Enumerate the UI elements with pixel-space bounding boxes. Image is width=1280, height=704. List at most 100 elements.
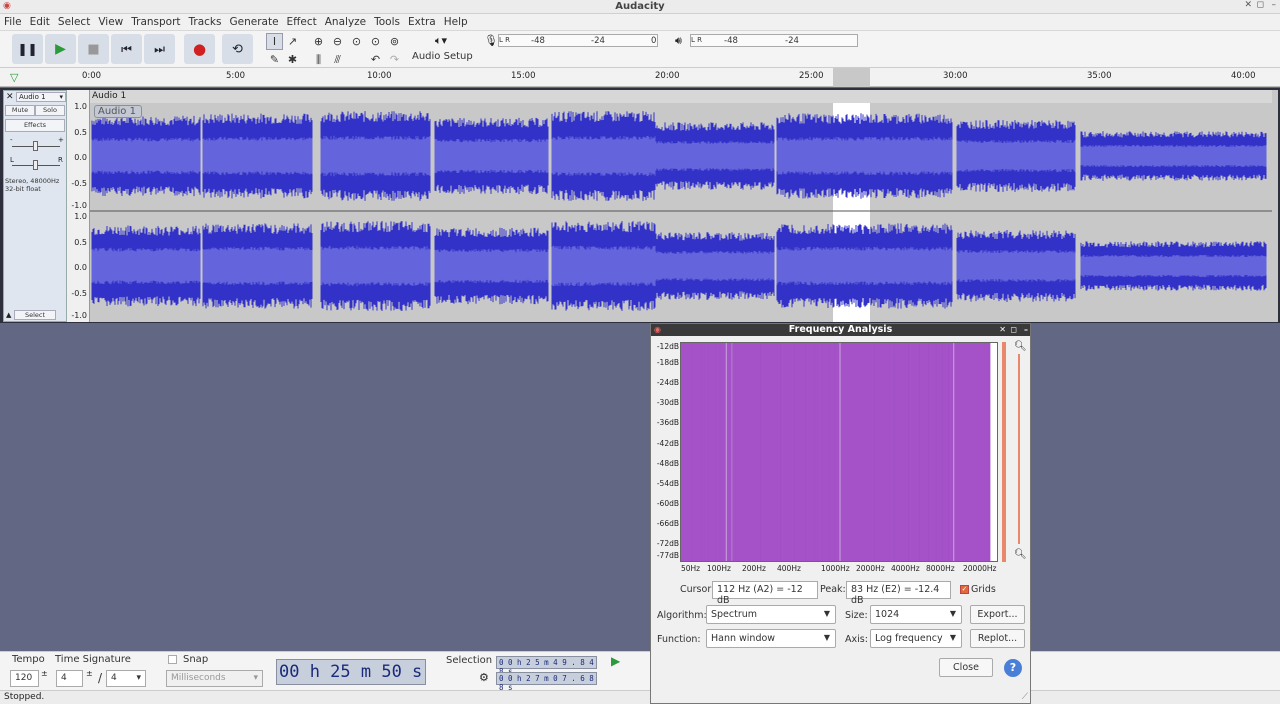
selection-end[interactable]: 0 0 h 2 7 m 0 7 . 6 8 8 s [496, 672, 597, 692]
playback-meter[interactable]: L R -48 -24 [690, 34, 858, 47]
record-button[interactable]: ● [184, 34, 215, 64]
track-name-menu[interactable]: Audio 1 ▾ [16, 92, 66, 102]
solo-button[interactable]: Solo [35, 105, 65, 116]
effects-button[interactable]: Effects [5, 119, 65, 132]
clip-name-label[interactable]: Audio 1 [94, 105, 142, 118]
zoom-slider[interactable] [1018, 354, 1020, 544]
gain-slider-thumb[interactable] [33, 141, 38, 151]
microphone-icon[interactable]: 🎙︎ [484, 34, 498, 47]
mute-button[interactable]: Mute [5, 105, 35, 116]
dialog-minimize-icon[interactable]: – [1024, 324, 1028, 336]
clip-header[interactable]: Audio 1 [90, 90, 1272, 103]
dialog-close-icon[interactable]: ✕ [999, 324, 1006, 336]
silence-button[interactable]: ⫻ [329, 51, 346, 68]
zoom-toggle-button[interactable]: ⊚ [386, 33, 403, 50]
trim-button[interactable]: ⫼ [310, 51, 327, 68]
plot-scrollbar[interactable] [1002, 342, 1006, 562]
waveform-rms-segment [320, 245, 431, 287]
redo-button[interactable]: ↷ [386, 51, 403, 68]
vertical-scale[interactable]: 1.0 0.5 0.0 -0.5 -1.0 1.0 0.5 0.0 -0.5 -… [67, 90, 90, 322]
waveform-area[interactable] [90, 90, 1278, 322]
maximize-window-icon[interactable]: ◻ [1257, 0, 1264, 10]
trim-icon: ⫼ [315, 52, 322, 66]
replot-button[interactable]: Replot... [970, 629, 1025, 648]
play-button[interactable]: ▶ [45, 34, 76, 64]
skip-end-button[interactable]: ⏭ [144, 34, 175, 64]
close-button[interactable]: Close [939, 658, 993, 677]
close-window-icon[interactable]: ✕ [1244, 0, 1252, 10]
selection-tool[interactable]: I [266, 33, 283, 50]
tempo-label: Tempo [12, 654, 45, 665]
zoom-out-icon[interactable]: 🔍︎ [1014, 549, 1027, 560]
snap-unit-select[interactable]: Milliseconds ▾ [166, 670, 263, 687]
zoom-in-button[interactable]: ⊕ [310, 33, 327, 50]
menu-view[interactable]: View [94, 14, 127, 28]
draw-tool[interactable]: ✎ [266, 51, 283, 68]
dialog-title: Frequency Analysis [788, 324, 893, 335]
tempo-input[interactable]: 120 [10, 670, 39, 687]
audio-setup-icon-wrap[interactable]: 🔈︎▾ [420, 34, 462, 47]
time-sig-numerator[interactable]: 4 [56, 670, 83, 687]
menu-analyze[interactable]: Analyze [321, 14, 370, 28]
track-format-info: Stereo, 48000Hz [5, 177, 60, 185]
zoom-out-button[interactable]: ⊖ [329, 33, 346, 50]
fit-selection-button[interactable]: ⊙ [348, 33, 365, 50]
menu-transport[interactable]: Transport [127, 14, 184, 28]
time-display[interactable]: 00 h 25 m 50 s [276, 659, 426, 685]
ruler-tick: 15:00 [511, 71, 536, 81]
time-sig-denominator[interactable]: 4 ▾ [106, 670, 146, 687]
menu-select[interactable]: Select [54, 14, 94, 28]
stop-button[interactable]: ■ [78, 34, 109, 64]
algorithm-select[interactable]: Spectrum ▼ [706, 605, 836, 624]
play-head-triangle-icon[interactable]: ▽ [10, 71, 18, 84]
envelope-tool[interactable]: ↗ [284, 33, 301, 50]
fit-project-button[interactable]: ⊙ [367, 33, 384, 50]
tempo-stepper-icon[interactable]: ± [41, 669, 48, 678]
function-select[interactable]: Hann window ▼ [706, 629, 836, 648]
pause-button[interactable]: ❚❚ [12, 34, 43, 64]
collapse-track-icon[interactable]: ▲ [6, 311, 11, 319]
axis-select[interactable]: Log frequency ▼ [870, 629, 962, 648]
grids-label: Grids [971, 584, 996, 595]
export-button[interactable]: Export... [970, 605, 1025, 624]
menu-extra[interactable]: Extra [404, 14, 440, 28]
zoom-in-icon[interactable]: 🔍︎ [1014, 341, 1027, 352]
spectrum-plot[interactable] [680, 124, 998, 562]
peak-value-field[interactable]: 83 Hz (E2) = -12.4 dB [846, 581, 951, 606]
speaker-meter-icon[interactable]: 🔊︎ [675, 34, 682, 48]
menu-edit[interactable]: Edit [26, 14, 54, 28]
x-tick: 20000Hz [963, 564, 997, 573]
snap-checkbox[interactable] [168, 655, 177, 664]
dialog-title-bar[interactable]: Frequency Analysis ◉ ✕ ◻ – [651, 324, 1030, 336]
gear-icon[interactable]: ⚙ [479, 671, 489, 684]
multi-tool[interactable]: ✱ [284, 51, 301, 68]
menu-generate[interactable]: Generate [225, 14, 282, 28]
size-select[interactable]: 1024 ▼ [870, 605, 962, 624]
menu-effect[interactable]: Effect [283, 14, 321, 28]
menu-tools[interactable]: Tools [370, 14, 404, 28]
menu-file[interactable]: File [0, 14, 26, 28]
loop-button[interactable]: ⟲ [222, 34, 253, 64]
numerator-stepper-icon[interactable]: ± [86, 669, 93, 678]
grids-checkbox[interactable]: ✓ [960, 585, 969, 594]
close-track-icon[interactable]: ✕ [6, 92, 14, 102]
record-meter[interactable]: L R -48 -24 0 [498, 34, 658, 47]
track-control-panel[interactable]: ✕ Audio 1 ▾ Mute Solo Effects - + L R Ste… [3, 90, 67, 322]
resize-grip-icon[interactable]: ⟋ [1022, 692, 1028, 702]
pan-slider-thumb[interactable] [33, 160, 38, 170]
scale-label: 1.0 [74, 102, 87, 111]
undo-button[interactable]: ↶ [367, 51, 384, 68]
skip-start-button[interactable]: ⏮ [111, 34, 142, 64]
menu-help[interactable]: Help [440, 14, 472, 28]
cursor-value-field[interactable]: 112 Hz (A2) = -12 dB [712, 581, 818, 606]
selection-start[interactable]: 0 0 h 2 5 m 4 9 . 8 4 8 s [496, 656, 597, 676]
audio-setup-button[interactable]: Audio Setup [412, 51, 473, 62]
minimize-window-icon[interactable]: – [1272, 0, 1277, 10]
select-track-button[interactable]: Select [14, 310, 56, 320]
pan-left-label: L [10, 156, 14, 164]
dialog-maximize-icon[interactable]: ◻ [1010, 324, 1017, 336]
timeline-ruler[interactable]: ▽ 0:00 5:00 10:00 15:00 20:00 25:00 30:0… [0, 68, 1280, 87]
play-at-speed-icon[interactable]: ▶ [611, 654, 620, 668]
menu-tracks[interactable]: Tracks [185, 14, 226, 28]
help-button[interactable]: ? [1004, 659, 1022, 677]
